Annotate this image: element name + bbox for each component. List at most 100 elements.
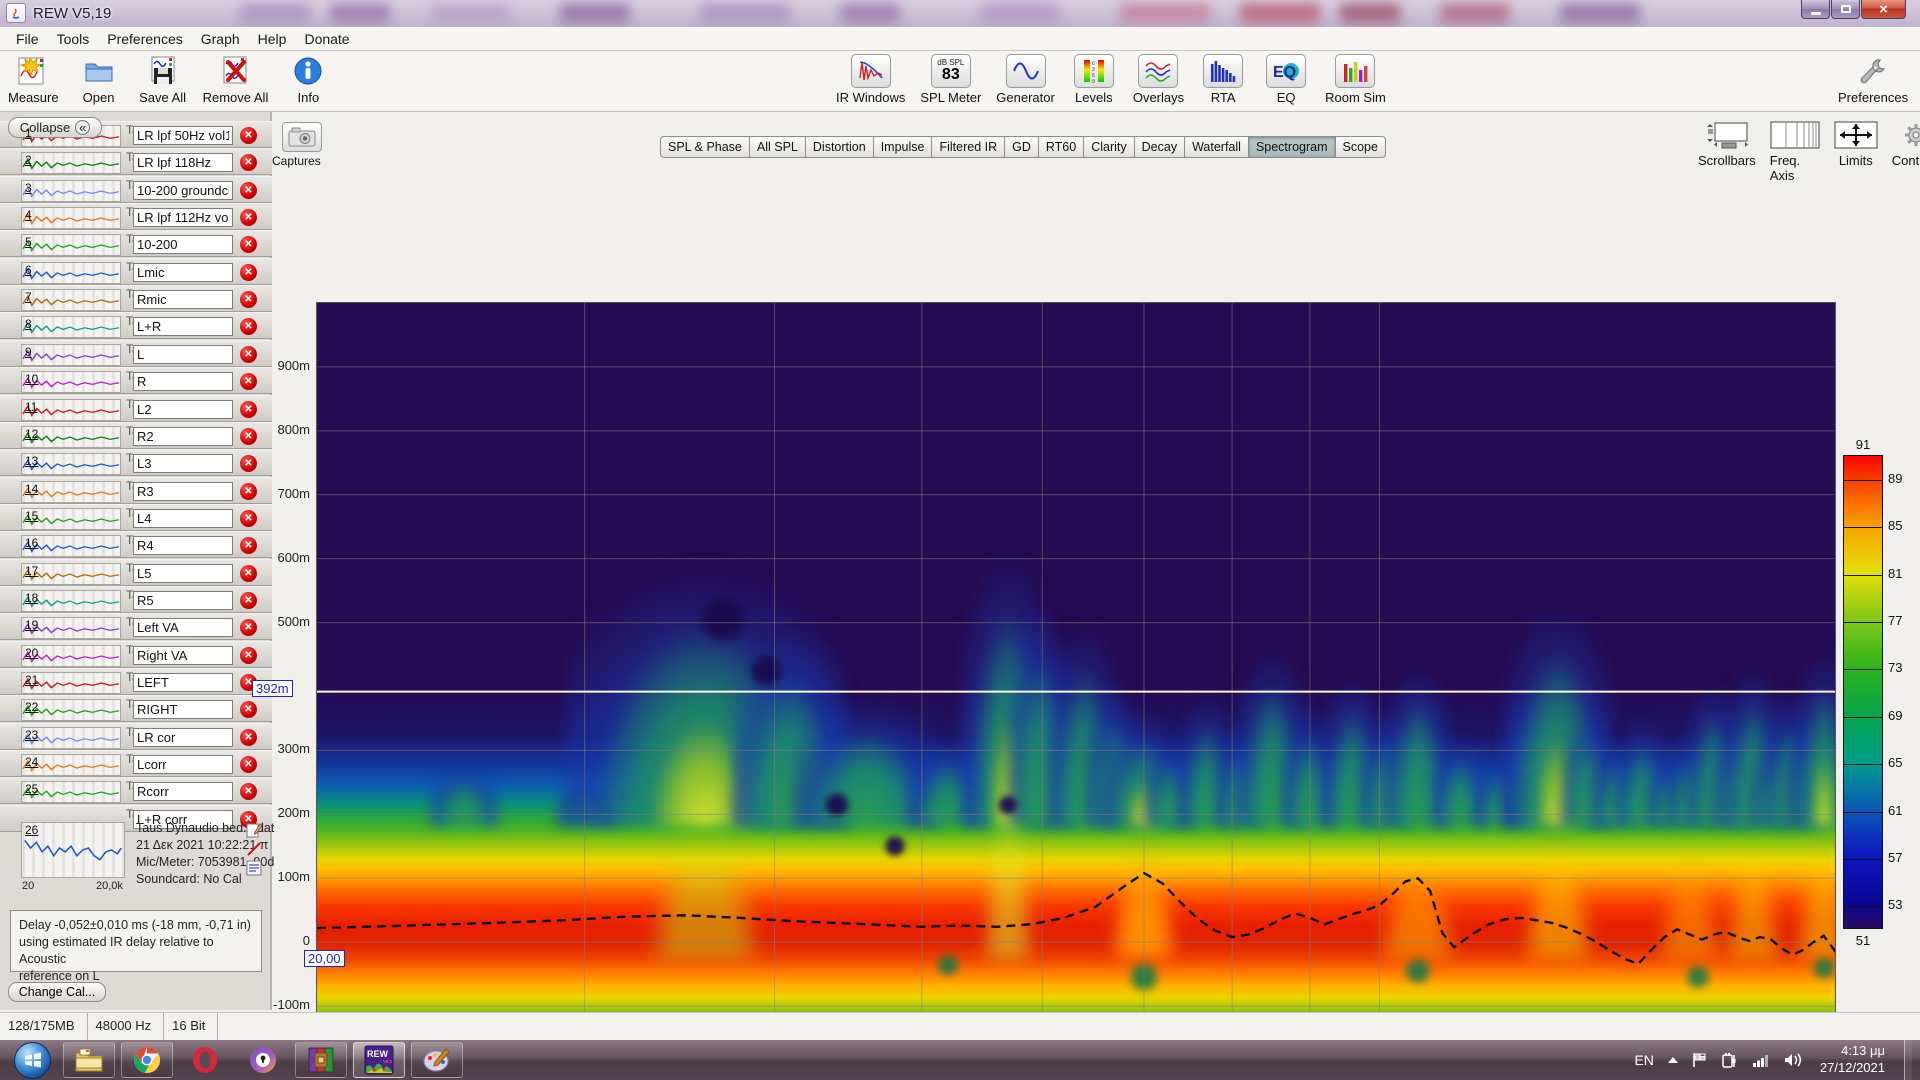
close-button[interactable]: × xyxy=(1861,0,1906,19)
eq-button[interactable]: EQ EQ xyxy=(1262,54,1310,105)
measurement-name-input[interactable] xyxy=(133,262,233,282)
measurement-row[interactable]: 10 Ta ✕ xyxy=(0,367,272,395)
graph-tab[interactable]: Distortion xyxy=(805,136,874,158)
measurement-row[interactable]: 12 Ta ✕ xyxy=(0,421,272,449)
measurement-name-input[interactable] xyxy=(133,645,233,665)
measurement-delete-button[interactable]: ✕ xyxy=(240,236,257,254)
measurement-row[interactable]: 17 Ta ✕ xyxy=(0,558,272,586)
measurement-delete-button[interactable]: ✕ xyxy=(240,127,257,144)
graph-tab[interactable]: SPL & Phase xyxy=(660,136,750,158)
info-button[interactable]: Info xyxy=(284,54,332,105)
measurement-row[interactable]: 14 Ta ✕ xyxy=(0,476,272,504)
maximize-button[interactable] xyxy=(1831,0,1860,19)
save-all-button[interactable]: Save All xyxy=(139,54,187,105)
measurement-row[interactable]: 13 Ta ✕ xyxy=(0,449,272,477)
collapse-panel-button[interactable]: Collapse « xyxy=(8,117,102,138)
open-button[interactable]: Open xyxy=(75,54,123,105)
measurement-name-input[interactable] xyxy=(133,235,233,255)
menu-donate[interactable]: Donate xyxy=(296,29,357,49)
measurement-row[interactable]: 3 Ta ✕ xyxy=(0,175,272,203)
measurement-delete-button[interactable]: ✕ xyxy=(240,482,257,500)
graph-tab[interactable]: Clarity xyxy=(1084,136,1135,158)
measurement-delete-button[interactable]: ✕ xyxy=(240,345,257,363)
generator-button[interactable]: Generator xyxy=(996,54,1055,105)
measurement-delete-button[interactable]: ✕ xyxy=(240,728,257,746)
measurement-delete-button[interactable]: ✕ xyxy=(240,263,257,281)
volume-icon[interactable] xyxy=(1783,1052,1803,1068)
y-axis-cursor-marker[interactable]: 392m xyxy=(252,680,293,697)
overlays-button[interactable]: Overlays xyxy=(1133,54,1184,105)
measurement-row[interactable]: 23 Ta ✕ xyxy=(0,722,272,750)
measurement-row[interactable]: 5 Ta ✕ xyxy=(0,230,272,258)
spl-meter-button[interactable]: dB SPL 83 SPL Meter xyxy=(920,54,981,105)
measurement-delete-button[interactable]: ✕ xyxy=(240,291,257,309)
measurement-row[interactable]: 21 Ta ✕ xyxy=(0,668,272,695)
graph-tab[interactable]: Scope xyxy=(1335,136,1386,158)
measurement-row[interactable]: 15 Ta ✕ xyxy=(0,503,272,531)
taskbar-rew[interactable]: REW V5.1 xyxy=(353,1042,405,1078)
measurement-delete-button[interactable]: ✕ xyxy=(240,646,257,664)
measurement-name-input[interactable] xyxy=(133,590,233,610)
measurement-row[interactable]: 18 Ta ✕ xyxy=(0,585,272,613)
measure-button[interactable]: Measure xyxy=(8,54,59,105)
measurement-name-input[interactable] xyxy=(133,755,233,775)
language-indicator[interactable]: EN xyxy=(1634,1052,1653,1068)
measurement-name-input[interactable] xyxy=(133,372,233,392)
preferences-button[interactable]: Preferences xyxy=(1838,54,1908,105)
measurement-delete-button[interactable]: ✕ xyxy=(240,619,257,637)
trace-style-icon[interactable] xyxy=(246,841,262,857)
measurement-name-input[interactable] xyxy=(133,126,233,145)
measurement-name-input[interactable] xyxy=(133,782,233,802)
window-titlebar[interactable]: REW V5,19 × xyxy=(0,0,1920,27)
taskbar-chrome[interactable] xyxy=(121,1042,173,1078)
menu-graph[interactable]: Graph xyxy=(193,29,248,49)
measurement-name-input[interactable] xyxy=(133,399,233,419)
measurement-row[interactable]: 24 Ta ✕ xyxy=(0,750,272,778)
levels-button[interactable]: 0369 Levels xyxy=(1070,54,1118,105)
scrollbars-button[interactable]: Scrollbars xyxy=(1698,120,1756,183)
measurement-delete-button[interactable]: ✕ xyxy=(240,455,257,473)
measurement-name-input[interactable] xyxy=(133,536,233,556)
graph-tab[interactable]: Decay xyxy=(1134,136,1186,158)
taskbar-file-explorer[interactable] xyxy=(63,1042,115,1078)
measurement-delete-button[interactable]: ✕ xyxy=(240,783,257,801)
start-button[interactable] xyxy=(14,1041,51,1079)
power-plug-icon[interactable] xyxy=(1721,1051,1739,1069)
action-center-flag-icon[interactable] xyxy=(1692,1052,1708,1068)
measurement-delete-button[interactable]: ✕ xyxy=(240,756,257,774)
measurement-row[interactable]: 11 Ta ✕ xyxy=(0,394,272,422)
capture-button[interactable] xyxy=(282,122,322,152)
taskbar-avast-browser[interactable] xyxy=(237,1042,289,1078)
measurement-row[interactable]: 9 Ta ✕ xyxy=(0,339,272,367)
measurement-name-input[interactable] xyxy=(133,563,233,583)
network-signal-icon[interactable] xyxy=(1752,1053,1770,1067)
freq-axis-button[interactable]: Freq. Axis xyxy=(1770,120,1820,183)
menu-tools[interactable]: Tools xyxy=(49,29,98,49)
measurement-delete-button[interactable]: ✕ xyxy=(240,427,257,445)
measurement-name-input[interactable] xyxy=(133,208,233,228)
menu-preferences[interactable]: Preferences xyxy=(99,29,190,49)
measurement-delete-button[interactable]: ✕ xyxy=(240,564,257,582)
measurement-delete-button[interactable]: ✕ xyxy=(240,318,257,336)
taskbar-clock[interactable]: 4:13 μμ 27/12/2021 xyxy=(1820,1043,1885,1077)
measurement-delete-button[interactable]: ✕ xyxy=(240,209,257,227)
measurement-delete-button[interactable]: ✕ xyxy=(240,509,257,527)
measurement-name-input[interactable] xyxy=(133,426,233,446)
measurement-name-input[interactable] xyxy=(133,290,233,310)
measurement-delete-button[interactable]: ✕ xyxy=(240,373,257,391)
graph-tab[interactable]: Waterfall xyxy=(1185,136,1249,158)
measurement-delete-button[interactable]: ✕ xyxy=(240,701,257,719)
graph-tab[interactable]: Filtered IR xyxy=(932,136,1006,158)
graph-tab[interactable]: GD xyxy=(1005,136,1039,158)
measurement-row[interactable]: 8 Ta ✕ xyxy=(0,312,272,340)
measurement-row[interactable]: 2 Ta ✕ xyxy=(0,148,272,176)
ir-windows-button[interactable]: IR Windows xyxy=(836,54,905,105)
measurement-name-input[interactable] xyxy=(133,673,233,692)
x-axis-cursor-marker[interactable]: 20,00 xyxy=(304,950,345,967)
hidden-icons-chevron[interactable] xyxy=(1667,1056,1679,1064)
measurement-delete-button[interactable]: ✕ xyxy=(240,537,257,555)
measurement-row[interactable]: 19 Ta ✕ xyxy=(0,613,272,641)
measurement-row[interactable]: 4 Ta ✕ xyxy=(0,203,272,231)
measurement-name-input[interactable] xyxy=(133,454,233,474)
measurement-name-input[interactable] xyxy=(133,618,233,638)
